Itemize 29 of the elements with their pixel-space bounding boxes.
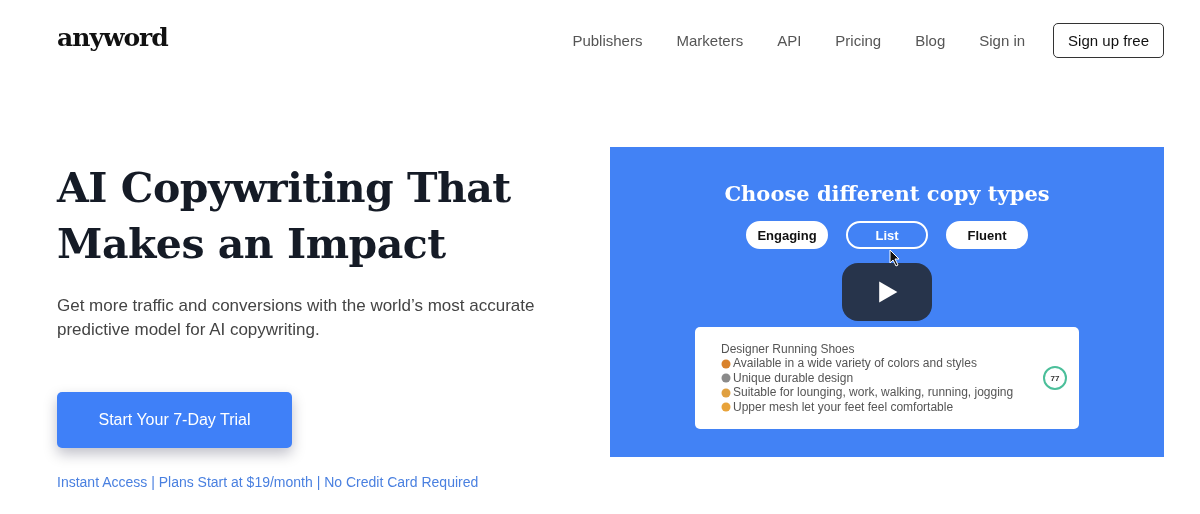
video-heading: Choose different copy types (724, 181, 1050, 206)
copy-line: Upper mesh let your feet feel comfortable (733, 399, 954, 415)
copy-type-tab[interactable]: Engaging (746, 221, 828, 249)
logo[interactable]: anyword (57, 22, 168, 52)
access-note: Instant Access | Plans Start at $19/month | No Credit Card Required (57, 474, 480, 490)
nav-link[interactable]: API (777, 31, 802, 49)
score-badge: 77 (1043, 366, 1067, 390)
copy-line: Available in a wide variety of colors and styles (733, 356, 977, 371)
copy-title: Designer Running Shoes (721, 341, 856, 357)
copy-type-tab[interactable]: List (846, 221, 928, 249)
nav-link[interactable]: Publishers (572, 31, 643, 49)
copy-type-tab[interactable]: Fluent (946, 221, 1028, 249)
bullet-icon (721, 373, 731, 383)
copy-line: Suitable for lounging, work, walking, running, jogging (733, 385, 1014, 400)
bullet-icon (721, 358, 731, 369)
copy-line: Unique durable design (733, 370, 854, 386)
nav-link[interactable]: Sign in (979, 31, 1026, 49)
nav-link[interactable]: Blog (915, 31, 946, 49)
bullet-icon (721, 387, 731, 398)
play-button[interactable] (842, 263, 932, 321)
nav-link[interactable]: Pricing (835, 31, 882, 49)
bullet-icon (721, 402, 731, 412)
nav-link[interactable]: Marketers (676, 31, 744, 49)
signup-button[interactable]: Sign up free (1053, 22, 1164, 58)
hero-heading: AI Copywriting That Makes an Impact (57, 163, 512, 270)
video-panel[interactable] (610, 147, 1164, 457)
cursor-icon (889, 249, 901, 267)
trial-button[interactable]: Start Your 7-Day Trial (57, 392, 292, 448)
hero-subtitle: Get more traffic and conversions with the world’s most accurate predictive model for AI copywriting. (57, 295, 536, 341)
